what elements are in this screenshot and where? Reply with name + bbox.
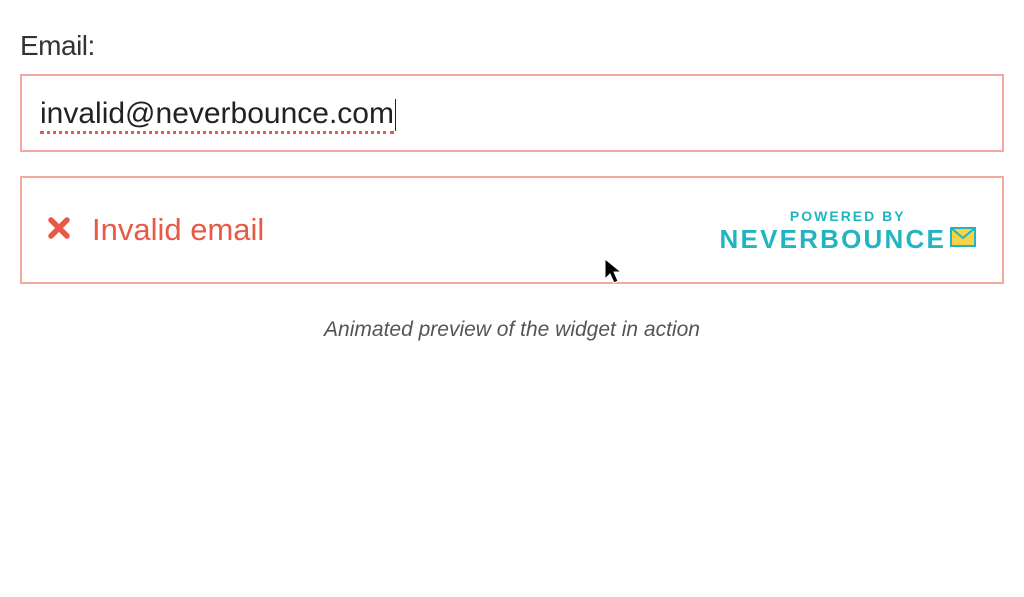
brand-name: NEVERBOUNCE (720, 226, 946, 252)
email-input[interactable]: invalid@neverbounce.com (20, 74, 1004, 152)
x-icon (48, 215, 70, 246)
text-cursor (395, 99, 396, 131)
email-label: Email: (20, 30, 1004, 62)
validation-left: Invalid email (48, 212, 264, 248)
brand-block: POWERED BY NEVERBOUNCE (720, 209, 976, 252)
email-input-value: invalid@neverbounce.com (40, 99, 394, 134)
caption: Animated preview of the widget in action (20, 318, 1004, 342)
envelope-check-icon (950, 227, 976, 251)
validation-status-text: Invalid email (92, 212, 264, 248)
powered-by-text: POWERED BY (720, 209, 976, 223)
validation-message: Invalid email POWERED BY NEVERBOUNCE (20, 176, 1004, 284)
